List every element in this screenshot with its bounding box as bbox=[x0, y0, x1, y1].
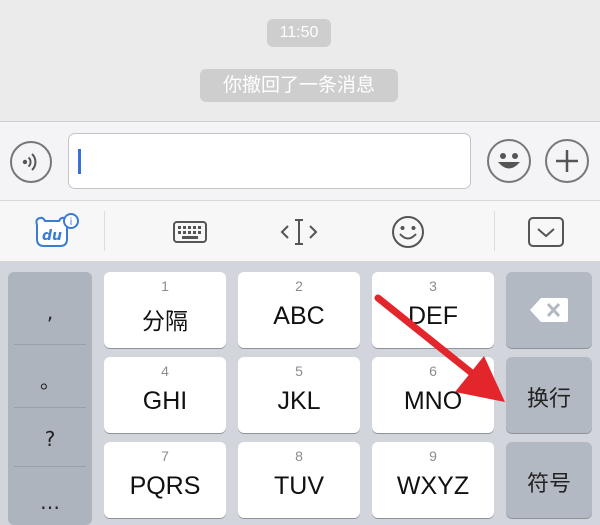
key-label: ABC bbox=[273, 302, 325, 330]
key-1[interactable]: 1 分隔 bbox=[104, 272, 226, 348]
key-number: 4 bbox=[161, 363, 169, 379]
key-5[interactable]: 5 JKL bbox=[238, 357, 360, 433]
key-9[interactable]: 9 WXYZ bbox=[372, 442, 494, 518]
cursor-move-button[interactable] bbox=[280, 216, 318, 248]
key-6[interactable]: 6 MNO bbox=[372, 357, 494, 433]
punct-divider bbox=[14, 466, 86, 467]
timestamp: 11:50 bbox=[267, 19, 331, 47]
text-cursor bbox=[78, 149, 81, 174]
key-number: 6 bbox=[429, 363, 437, 379]
newline-label: 换行 bbox=[526, 387, 571, 412]
collapse-keyboard-button[interactable] bbox=[527, 216, 565, 248]
key-number: 9 bbox=[429, 448, 437, 464]
message-input[interactable] bbox=[68, 133, 471, 189]
key-label: 分隔 bbox=[142, 309, 188, 335]
smiley-face-icon bbox=[498, 153, 520, 169]
more-button[interactable] bbox=[545, 139, 589, 183]
key-8[interactable]: 8 TUV bbox=[238, 442, 360, 518]
key-number: 7 bbox=[161, 448, 169, 464]
delete-key[interactable] bbox=[506, 272, 592, 348]
collapse-keyboard-icon bbox=[528, 217, 564, 247]
key-label: TUV bbox=[274, 472, 324, 500]
du-logo-text: du bbox=[42, 228, 62, 244]
key-number: 5 bbox=[295, 363, 303, 379]
key-7[interactable]: 7 PQRS bbox=[104, 442, 226, 518]
key-3[interactable]: 3 DEF bbox=[372, 272, 494, 348]
key-number: 3 bbox=[429, 278, 437, 294]
emoji-panel-button[interactable] bbox=[390, 214, 426, 250]
punct-period-key[interactable]: 。 bbox=[8, 365, 92, 394]
newline-key[interactable]: 换行 bbox=[506, 357, 592, 433]
keyboard-icon bbox=[173, 221, 207, 243]
key-label: JKL bbox=[277, 387, 321, 415]
du-logo-icon: du i bbox=[35, 213, 79, 247]
voice-button[interactable] bbox=[10, 141, 52, 183]
punct-question-key[interactable]: ? bbox=[8, 427, 92, 451]
ime-toolbar: du i bbox=[0, 201, 600, 262]
keyboard-switch-button[interactable] bbox=[172, 220, 208, 246]
voice-icon bbox=[22, 153, 37, 171]
key-label: PQRS bbox=[129, 472, 201, 500]
toolbar-divider bbox=[104, 211, 105, 251]
backspace-icon bbox=[530, 298, 568, 322]
info-badge: i bbox=[70, 217, 73, 228]
symbols-key[interactable]: 符号 bbox=[506, 442, 592, 518]
key-label: WXYZ bbox=[396, 472, 470, 500]
key-number: 8 bbox=[295, 448, 303, 464]
punct-divider bbox=[14, 344, 86, 345]
key-label: DEF bbox=[408, 302, 458, 330]
key-label: GHI bbox=[142, 387, 188, 415]
punct-ellipsis-key[interactable]: … bbox=[8, 490, 92, 514]
recall-notice: 你撤回了一条消息 bbox=[200, 69, 398, 102]
key-4[interactable]: 4 GHI bbox=[104, 357, 226, 433]
toolbar-divider bbox=[494, 211, 495, 251]
cursor-move-icon bbox=[280, 219, 318, 245]
key-2[interactable]: 2 ABC bbox=[238, 272, 360, 348]
plus-icon bbox=[556, 150, 578, 172]
punctuation-column: , 。 ? … bbox=[8, 272, 92, 525]
symbols-label: 符号 bbox=[526, 472, 571, 497]
key-number: 1 bbox=[161, 278, 169, 294]
key-number: 2 bbox=[295, 278, 303, 294]
input-bar bbox=[0, 121, 600, 201]
t9-keyboard: , 。 ? … 1 分隔 2 ABC 3 DEF 4 GHI 5 JKL 6 M… bbox=[0, 262, 600, 525]
punct-comma-key[interactable]: , bbox=[8, 300, 92, 324]
chat-area: 11:50 你撤回了一条消息 bbox=[0, 0, 600, 121]
key-label: MNO bbox=[403, 387, 463, 415]
punct-divider bbox=[14, 407, 86, 408]
du-logo-button[interactable]: du i bbox=[33, 213, 79, 251]
emoji-icon bbox=[392, 216, 424, 248]
emoji-button[interactable] bbox=[487, 139, 531, 183]
